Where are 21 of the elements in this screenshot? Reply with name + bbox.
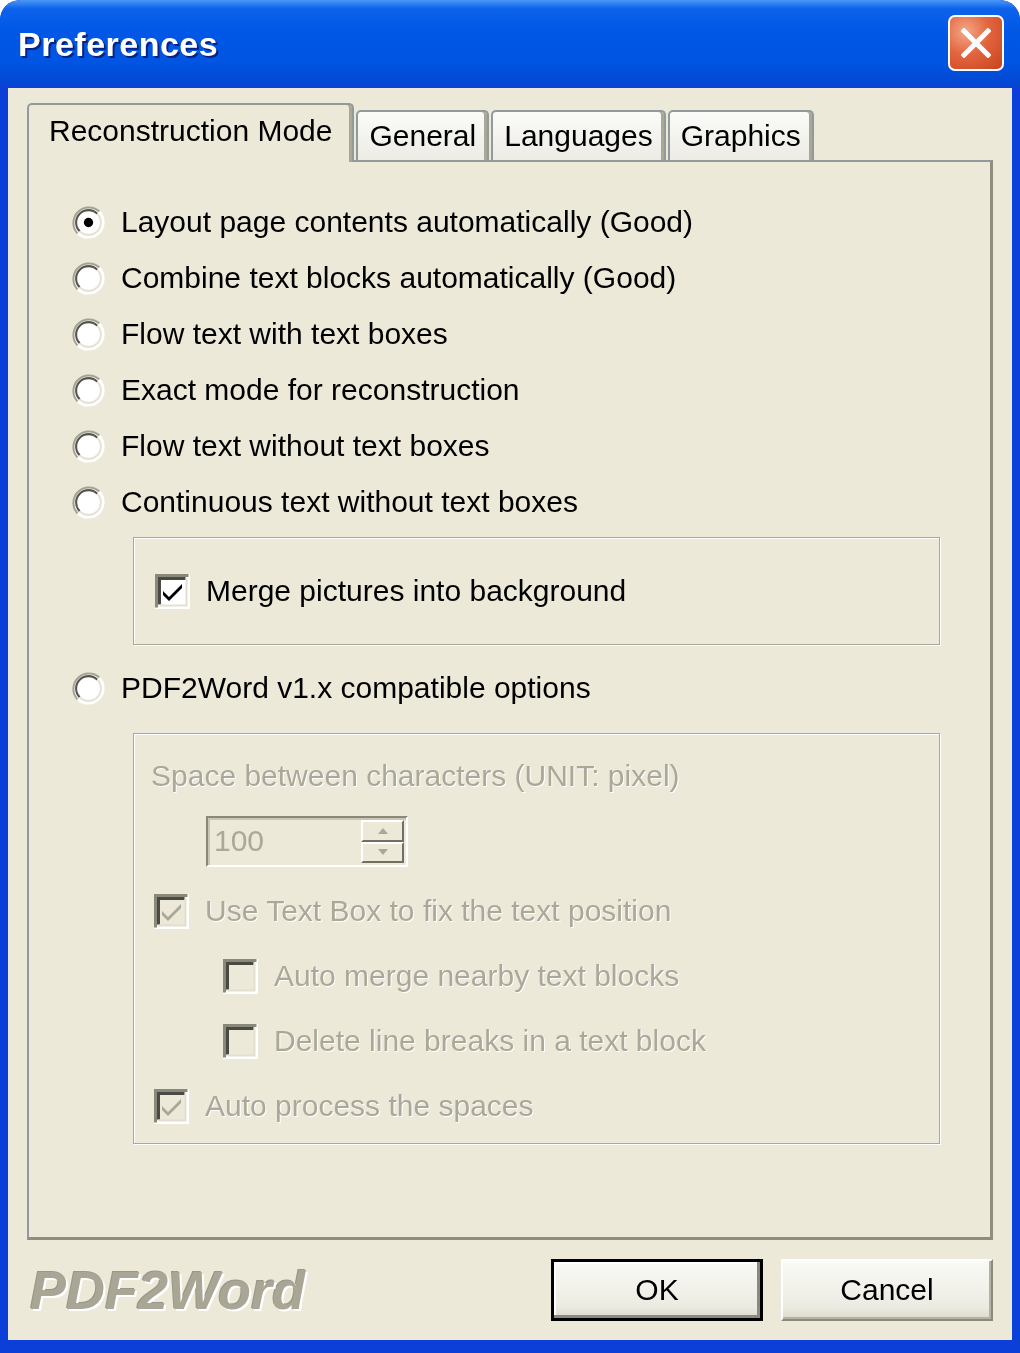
tab[interactable]: Languages bbox=[491, 110, 666, 160]
dialog-button[interactable]: Cancel bbox=[781, 1259, 993, 1321]
caret-down-icon bbox=[377, 849, 388, 856]
radio-option[interactable]: Exact mode for reconstruction bbox=[72, 362, 520, 418]
radio-option[interactable]: PDF2Word v1.x compatible options bbox=[72, 660, 591, 716]
tab[interactable]: Graphics bbox=[667, 110, 814, 160]
dialog-button[interactable]: OK bbox=[551, 1259, 763, 1321]
radio-option[interactable]: Flow text without text boxes bbox=[72, 418, 490, 474]
window-title: Preferences bbox=[18, 24, 219, 64]
radio-option[interactable]: Layout page contents automatically (Good) bbox=[72, 194, 693, 250]
radio-option[interactable]: Flow text with text boxes bbox=[72, 306, 448, 362]
tab[interactable]: Reconstruction Mode bbox=[27, 103, 355, 162]
close-button[interactable] bbox=[948, 15, 1004, 71]
checkbox-option[interactable]: Merge pictures into background bbox=[155, 560, 627, 622]
field-label: Space between characters (UNIT: pixel) bbox=[151, 758, 680, 794]
radio-option[interactable]: Combine text blocks automatically (Good) bbox=[72, 250, 677, 306]
close-icon bbox=[961, 28, 991, 58]
caret-up-icon bbox=[377, 827, 388, 834]
logo-text: PDF2Word bbox=[30, 1259, 305, 1321]
radio-option[interactable]: Continuous text without text boxes bbox=[72, 474, 578, 530]
tab[interactable]: General bbox=[356, 110, 490, 160]
